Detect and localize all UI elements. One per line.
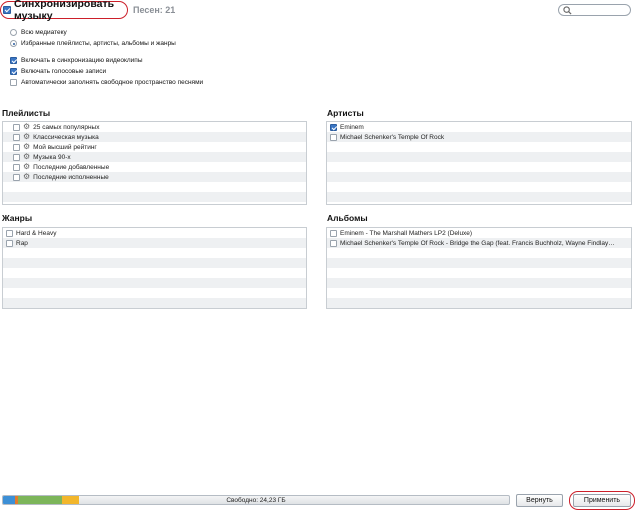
empty-row xyxy=(3,278,306,288)
gear-icon: ⚙ xyxy=(23,132,31,141)
empty-row xyxy=(3,192,306,202)
playlists-title: Плейлисты xyxy=(2,108,51,118)
playlist-checkbox[interactable] xyxy=(13,133,20,141)
playlist-item[interactable]: ⚙ Мой высший рейтинг xyxy=(3,142,306,152)
gear-icon: ⚙ xyxy=(23,162,31,171)
genre-item[interactable]: Hard & Heavy xyxy=(3,228,306,238)
album-label: Michael Schenker's Temple Of Rock - Brid… xyxy=(340,239,615,247)
empty-row xyxy=(3,182,306,192)
empty-row xyxy=(327,182,631,192)
empty-row xyxy=(327,152,631,162)
option-selected-label: Избранные плейлисты, артисты, альбомы и … xyxy=(21,40,176,47)
album-label: Eminem - The Marshall Mathers LP2 (Delux… xyxy=(340,229,473,237)
empty-row xyxy=(327,192,631,202)
album-checkbox[interactable] xyxy=(330,239,337,247)
playlist-checkbox[interactable] xyxy=(13,153,20,161)
radio-selected[interactable] xyxy=(10,40,17,47)
search-input[interactable] xyxy=(558,4,631,16)
gear-icon: ⚙ xyxy=(23,142,31,151)
option-include-voice[interactable]: Включать голосовые записи xyxy=(10,66,203,77)
empty-row xyxy=(327,268,631,278)
genre-label: Hard & Heavy xyxy=(16,229,57,237)
free-space-label: Свободно: 24,23 ГБ xyxy=(226,497,286,504)
sync-music-label: Синхронизировать музыку xyxy=(14,0,115,22)
capacity-bar: Свободно: 24,23 ГБ xyxy=(2,495,510,505)
include-videos-label: Включать в синхронизацию видеоклипы xyxy=(21,57,143,64)
playlist-label: Последние исполненные xyxy=(33,173,109,181)
playlist-checkbox[interactable] xyxy=(13,163,20,171)
option-autofill[interactable]: Автоматически заполнять свободное простр… xyxy=(10,77,203,88)
albums-title: Альбомы xyxy=(327,213,368,223)
include-voice-checkbox[interactable] xyxy=(10,68,17,75)
sync-music-checkbox[interactable] xyxy=(3,6,11,14)
empty-row xyxy=(3,268,306,278)
empty-row xyxy=(3,298,306,308)
artists-title: Артисты xyxy=(327,108,364,118)
option-include-videos[interactable]: Включать в синхронизацию видеоклипы xyxy=(10,55,203,66)
playlist-item[interactable]: ⚙ 25 самых популярных xyxy=(3,122,306,132)
empty-row xyxy=(3,248,306,258)
artist-item[interactable]: Eminem xyxy=(327,122,631,132)
playlist-checkbox[interactable] xyxy=(13,123,20,131)
artist-checkbox[interactable] xyxy=(330,133,337,141)
empty-row xyxy=(3,288,306,298)
include-voice-label: Включать голосовые записи xyxy=(21,68,107,75)
genre-item[interactable]: Rap xyxy=(3,238,306,248)
empty-row xyxy=(327,142,631,152)
playlist-item[interactable]: ⚙ Последние добавленные xyxy=(3,162,306,172)
revert-button[interactable]: Вернуть xyxy=(516,494,563,507)
playlist-label: Мой высший рейтинг xyxy=(33,143,97,151)
playlist-label: Последние добавленные xyxy=(33,163,110,171)
autofill-checkbox[interactable] xyxy=(10,79,17,86)
include-videos-checkbox[interactable] xyxy=(10,57,17,64)
playlist-checkbox[interactable] xyxy=(13,173,20,181)
option-all-label: Всю медиатеку xyxy=(21,29,67,36)
gear-icon: ⚙ xyxy=(23,152,31,161)
search-icon xyxy=(563,6,572,15)
option-selected[interactable]: Избранные плейлисты, артисты, альбомы и … xyxy=(10,38,203,49)
empty-row xyxy=(327,172,631,182)
artist-item[interactable]: Michael Schenker's Temple Of Rock xyxy=(327,132,631,142)
artist-checkbox[interactable] xyxy=(330,123,337,131)
genres-list[interactable]: Hard & Heavy Rap xyxy=(2,227,307,309)
playlist-checkbox[interactable] xyxy=(13,143,20,151)
album-checkbox[interactable] xyxy=(330,229,337,237)
autofill-label: Автоматически заполнять свободное простр… xyxy=(21,79,204,86)
sync-music-toggle[interactable]: Синхронизировать музыку xyxy=(0,0,128,22)
artist-label: Michael Schenker's Temple Of Rock xyxy=(340,133,445,141)
sync-options: Всю медиатеку Избранные плейлисты, артис… xyxy=(10,27,203,88)
genre-label: Rap xyxy=(16,239,28,247)
playlist-label: Музыка 90-х xyxy=(33,153,71,161)
header: Синхронизировать музыку Песен: 21 xyxy=(0,0,640,22)
playlists-list[interactable]: ⚙ 25 самых популярных ⚙ Классическая музык… xyxy=(2,121,307,205)
albums-list[interactable]: Eminem - The Marshall Mathers LP2 (Delux… xyxy=(326,227,632,309)
song-count: Песен: 21 xyxy=(133,5,176,15)
playlist-label: Классическая музыка xyxy=(33,133,99,141)
gear-icon: ⚙ xyxy=(23,172,31,181)
playlist-item[interactable]: ⚙ Последние исполненные xyxy=(3,172,306,182)
album-item[interactable]: Eminem - The Marshall Mathers LP2 (Delux… xyxy=(327,228,631,238)
empty-row xyxy=(327,278,631,288)
genre-checkbox[interactable] xyxy=(6,239,13,247)
gear-icon: ⚙ xyxy=(23,122,31,131)
empty-row xyxy=(327,288,631,298)
album-item[interactable]: Michael Schenker's Temple Of Rock - Brid… xyxy=(327,238,631,248)
artists-list[interactable]: Eminem Michael Schenker's Temple Of Rock xyxy=(326,121,632,205)
apply-button[interactable]: Применить xyxy=(573,494,631,507)
genre-checkbox[interactable] xyxy=(6,229,13,237)
playlist-item[interactable]: ⚙ Классическая музыка xyxy=(3,132,306,142)
artist-label: Eminem xyxy=(340,123,364,131)
empty-row xyxy=(327,162,631,172)
empty-row xyxy=(327,248,631,258)
empty-row xyxy=(3,258,306,268)
genres-title: Жанры xyxy=(2,213,33,223)
playlist-label: 25 самых популярных xyxy=(33,123,100,131)
radio-all-library[interactable] xyxy=(10,29,17,36)
playlist-item[interactable]: ⚙ Музыка 90-х xyxy=(3,152,306,162)
footer: Свободно: 24,23 ГБ Вернуть Применить xyxy=(0,488,640,512)
empty-row xyxy=(327,258,631,268)
empty-row xyxy=(327,298,631,308)
option-all-library[interactable]: Всю медиатеку xyxy=(10,27,203,38)
